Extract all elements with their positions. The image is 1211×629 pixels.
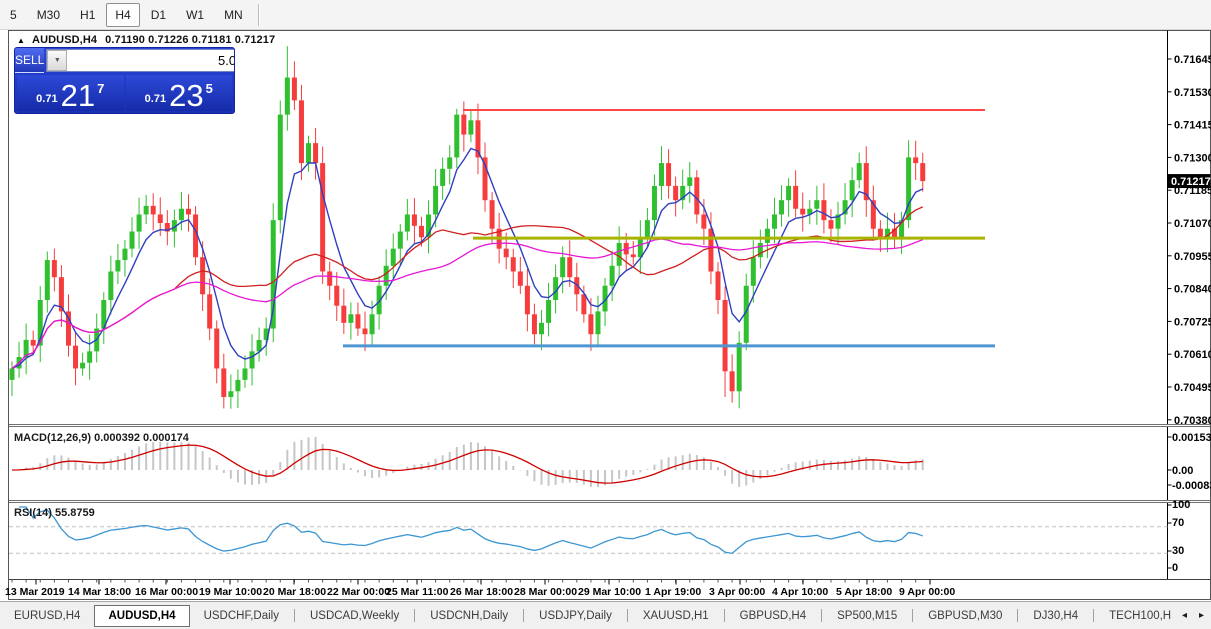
buy-price-main: 23 bbox=[169, 78, 204, 113]
toolbar-separator bbox=[257, 3, 260, 26]
svg-text:0.70495: 0.70495 bbox=[1174, 382, 1211, 394]
chart-tab-SP500-M15[interactable]: SP500,M15 bbox=[823, 605, 911, 627]
buy-quote[interactable]: 0.71 23 5 bbox=[125, 75, 232, 113]
chart-tab-DJ30-H4[interactable]: DJ30,H4 bbox=[1019, 605, 1092, 627]
timeframe-button-H4[interactable]: H4 bbox=[106, 2, 140, 27]
svg-text:0.71070: 0.71070 bbox=[1174, 218, 1211, 230]
buy-price-sup: 5 bbox=[205, 81, 213, 96]
volume-spinner: ▼ ▲ bbox=[46, 49, 234, 72]
svg-text:0: 0 bbox=[1172, 562, 1178, 574]
tab-divider bbox=[414, 609, 416, 622]
tab-scroll-arrows: ◂ ▸ bbox=[1171, 602, 1211, 629]
svg-text:9 Apr 00:00: 9 Apr 00:00 bbox=[899, 586, 955, 598]
collapse-arrow-icon[interactable]: ▲ bbox=[17, 36, 25, 45]
tab-divider bbox=[723, 609, 725, 622]
svg-text:0.70840: 0.70840 bbox=[1174, 284, 1211, 296]
macd-label: MACD(12,26,9) 0.000392 0.000174 bbox=[14, 432, 190, 444]
chart-tab-USDCNH-Daily[interactable]: USDCNH,Daily bbox=[416, 605, 522, 627]
chart-window-header: ▲ AUDUSD,H4 0.71190 0.71226 0.71181 0.71… bbox=[17, 34, 275, 46]
svg-text:-0.000835: -0.000835 bbox=[1172, 480, 1211, 492]
tab-divider bbox=[293, 609, 295, 622]
sell-price-main: 21 bbox=[60, 78, 96, 113]
chart-tabbar: EURUSD,H4 AUDUSD,H4 USDCHF,Daily USDCAD,Wee… bbox=[0, 601, 1211, 629]
svg-text:29 Mar 10:00: 29 Mar 10:00 bbox=[578, 586, 641, 598]
svg-text:3 Apr 00:00: 3 Apr 00:00 bbox=[709, 586, 765, 598]
buy-price-prefix: 0.71 bbox=[144, 93, 167, 105]
chart-tab-GBPUSD-H4[interactable]: GBPUSD,H4 bbox=[726, 605, 820, 627]
sell-price-sup: 7 bbox=[97, 81, 105, 96]
tab-divider bbox=[1017, 609, 1019, 622]
svg-text:0.70610: 0.70610 bbox=[1174, 349, 1211, 361]
timeframe-button-D1[interactable]: D1 bbox=[142, 3, 175, 27]
tab-divider bbox=[1093, 609, 1095, 622]
svg-text:4 Apr 10:00: 4 Apr 10:00 bbox=[772, 586, 828, 598]
svg-text:13 Mar 2019: 13 Mar 2019 bbox=[5, 586, 65, 598]
svg-text:0.71415: 0.71415 bbox=[1174, 120, 1211, 132]
chart-tab-XAUUSD-H1[interactable]: XAUUSD,H1 bbox=[629, 605, 723, 627]
chart-tab-USDCHF-Daily[interactable]: USDCHF,Daily bbox=[190, 605, 293, 627]
svg-text:0.70725: 0.70725 bbox=[1174, 316, 1211, 328]
chart-ohlc-values: 0.71190 0.71226 0.71181 0.71217 bbox=[105, 34, 276, 46]
svg-text:30: 30 bbox=[1172, 545, 1184, 557]
svg-text:26 Mar 18:00: 26 Mar 18:00 bbox=[450, 586, 513, 598]
chart-tab-AUDUSD-H4[interactable]: AUDUSD,H4 bbox=[94, 604, 190, 627]
timeframe-button-M30[interactable]: M30 bbox=[28, 3, 69, 27]
svg-text:1 Apr 19:00: 1 Apr 19:00 bbox=[645, 586, 701, 598]
sell-button[interactable]: SELL bbox=[15, 48, 45, 73]
tab-divider bbox=[626, 609, 628, 622]
tab-divider bbox=[912, 609, 914, 622]
svg-text:28 Mar 00:00: 28 Mar 00:00 bbox=[514, 586, 577, 598]
timeframe-button-5[interactable]: 5 bbox=[1, 3, 26, 27]
svg-text:20 Mar 18:00: 20 Mar 18:00 bbox=[263, 586, 326, 598]
chart-tab-USDJPY-Daily[interactable]: USDJPY,Daily bbox=[525, 605, 626, 627]
svg-text:0.00: 0.00 bbox=[1172, 465, 1193, 477]
tab-scroll-right-icon[interactable]: ▸ bbox=[1199, 610, 1204, 621]
svg-text:22 Mar 00:00: 22 Mar 00:00 bbox=[327, 586, 390, 598]
svg-text:100: 100 bbox=[1172, 499, 1190, 511]
timeframe-button-H1[interactable]: H1 bbox=[71, 3, 104, 27]
chart-tab-USDCAD-Weekly[interactable]: USDCAD,Weekly bbox=[296, 605, 413, 627]
svg-text:0.70380: 0.70380 bbox=[1174, 415, 1211, 427]
svg-text:0.71217: 0.71217 bbox=[1171, 176, 1211, 188]
svg-text:0.71530: 0.71530 bbox=[1174, 87, 1211, 99]
chart-tab-EURUSD-H4[interactable]: EURUSD,H4 bbox=[0, 605, 94, 627]
svg-text:70: 70 bbox=[1172, 517, 1184, 529]
svg-text:16 Mar 00:00: 16 Mar 00:00 bbox=[135, 586, 198, 598]
tab-scroll-left-icon[interactable]: ◂ bbox=[1182, 610, 1187, 621]
svg-text:0.70955: 0.70955 bbox=[1174, 251, 1211, 263]
volume-decrease-icon[interactable]: ▼ bbox=[47, 50, 68, 71]
svg-text:14 Mar 18:00: 14 Mar 18:00 bbox=[68, 586, 131, 598]
timeframe-button-W1[interactable]: W1 bbox=[177, 3, 213, 27]
sell-quote[interactable]: 0.71 21 7 bbox=[17, 75, 124, 111]
timeframe-toolbar: 5 M30 H1 H4 D1 W1 MN bbox=[0, 0, 1211, 30]
one-click-trading-panel: SELL ▼ ▲ BUY 0.71 21 7 0.71 23 5 bbox=[14, 47, 235, 114]
svg-text:0.71645: 0.71645 bbox=[1174, 54, 1211, 66]
chart-symbol: AUDUSD,H4 bbox=[32, 34, 98, 46]
svg-text:0.001538: 0.001538 bbox=[1172, 432, 1211, 444]
svg-text:25 Mar 11:00: 25 Mar 11:00 bbox=[386, 586, 449, 598]
timeframe-button-MN[interactable]: MN bbox=[215, 3, 252, 27]
sell-price-prefix: 0.71 bbox=[36, 93, 58, 105]
chart-tab-GBPUSD-M30[interactable]: GBPUSD,M30 bbox=[914, 605, 1016, 627]
svg-text:5 Apr 18:00: 5 Apr 18:00 bbox=[836, 586, 892, 598]
tab-divider bbox=[821, 609, 823, 622]
svg-text:19 Mar 10:00: 19 Mar 10:00 bbox=[199, 586, 262, 598]
volume-input[interactable] bbox=[67, 50, 234, 71]
tab-divider bbox=[523, 609, 525, 622]
svg-text:0.71300: 0.71300 bbox=[1174, 152, 1211, 164]
rsi-label: RSI(14) 55.8759 bbox=[14, 507, 95, 519]
